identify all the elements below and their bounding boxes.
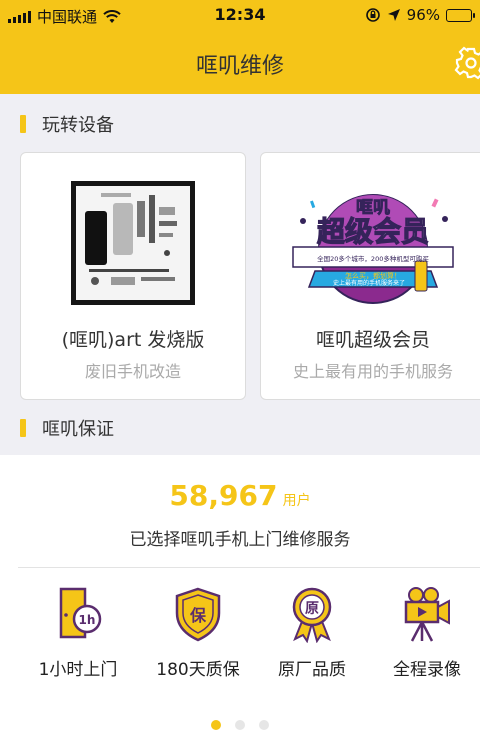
medal-text: 原: [305, 601, 319, 617]
card-super-member[interactable]: 哐叽 超级会员 全国20多个城市，200多种机型可购买 怎么买，都划算！ 史上最…: [260, 152, 480, 400]
feature-label: 原厂品质: [278, 660, 346, 680]
feature-one-hour[interactable]: 1h 1小时上门: [18, 585, 138, 680]
page-dot[interactable]: [259, 720, 269, 730]
card-subtitle: 史上最有用的手机服务: [292, 362, 453, 381]
feature-label: 全程录像: [393, 660, 461, 680]
user-count-value: 58,967: [169, 479, 278, 512]
gear-icon[interactable]: [454, 46, 480, 80]
section-accent-bar: [20, 115, 26, 133]
card-title: 哐叽超级会员: [315, 329, 430, 351]
shield-text: 保: [189, 606, 207, 625]
card-title: (哐叽)art 发烧版: [61, 329, 205, 351]
devices-section-header: 玩转设备: [0, 97, 480, 151]
location-arrow-icon: [387, 9, 400, 21]
badge-line-2: 怎么买，都划算！: [345, 271, 401, 280]
page-title: 哐叽维修: [195, 54, 284, 79]
user-count: 58,967 用户: [0, 479, 480, 512]
guarantee-panel: 58,967 用户 已选择哐叽手机上门维修服务 1h 1小时上门 保 180天质…: [0, 455, 480, 745]
section-title: 哐叽保证: [42, 419, 114, 440]
battery-icon: [446, 8, 475, 22]
door-clock-text: 1h: [79, 613, 96, 627]
door-clock-icon: 1h: [59, 587, 102, 639]
page-indicator[interactable]: [0, 720, 480, 730]
feature-full-recording[interactable]: 全程录像: [367, 585, 480, 680]
status-bar: 中国联通 12:34 96%: [0, 0, 480, 32]
framed-phone-parts-image: [71, 181, 195, 305]
battery-percent: 96%: [406, 6, 440, 24]
feature-label: 180天质保: [156, 660, 240, 680]
shield-icon: 保: [175, 587, 221, 642]
user-count-unit: 用户: [282, 493, 311, 509]
service-description: 已选择哐叽手机上门维修服务: [129, 530, 351, 550]
nav-bar: 哐叽维修: [0, 32, 480, 94]
video-camera-icon: [404, 587, 450, 642]
badge-title-2: 超级会员: [317, 215, 429, 248]
page-dot[interactable]: [235, 720, 245, 730]
divider: [18, 567, 480, 568]
orientation-lock-icon: [365, 8, 380, 22]
feature-warranty[interactable]: 保 180天质保: [138, 585, 258, 680]
guarantee-section-header: 哐叽保证: [0, 401, 480, 455]
page-dot[interactable]: [211, 720, 221, 730]
section-title: 玩转设备: [42, 115, 114, 136]
card-art-edition[interactable]: (哐叽)art 发烧版 废旧手机改造: [20, 152, 246, 400]
badge-line-3: 史上最有用的手机服务来了: [333, 279, 405, 287]
feature-label: 1小时上门: [38, 660, 118, 680]
card-subtitle: 废旧手机改造: [84, 362, 181, 381]
section-accent-bar: [20, 419, 26, 437]
badge-line-1: 全国20多个城市，200多种机型可购买: [317, 254, 429, 263]
super-member-badge-image: 哐叽 超级会员 全国20多个城市，200多种机型可购买 怎么买，都划算！ 史上最…: [292, 194, 454, 304]
feature-original-quality[interactable]: 原 原厂品质: [252, 585, 372, 680]
medal-icon: 原: [292, 587, 332, 643]
